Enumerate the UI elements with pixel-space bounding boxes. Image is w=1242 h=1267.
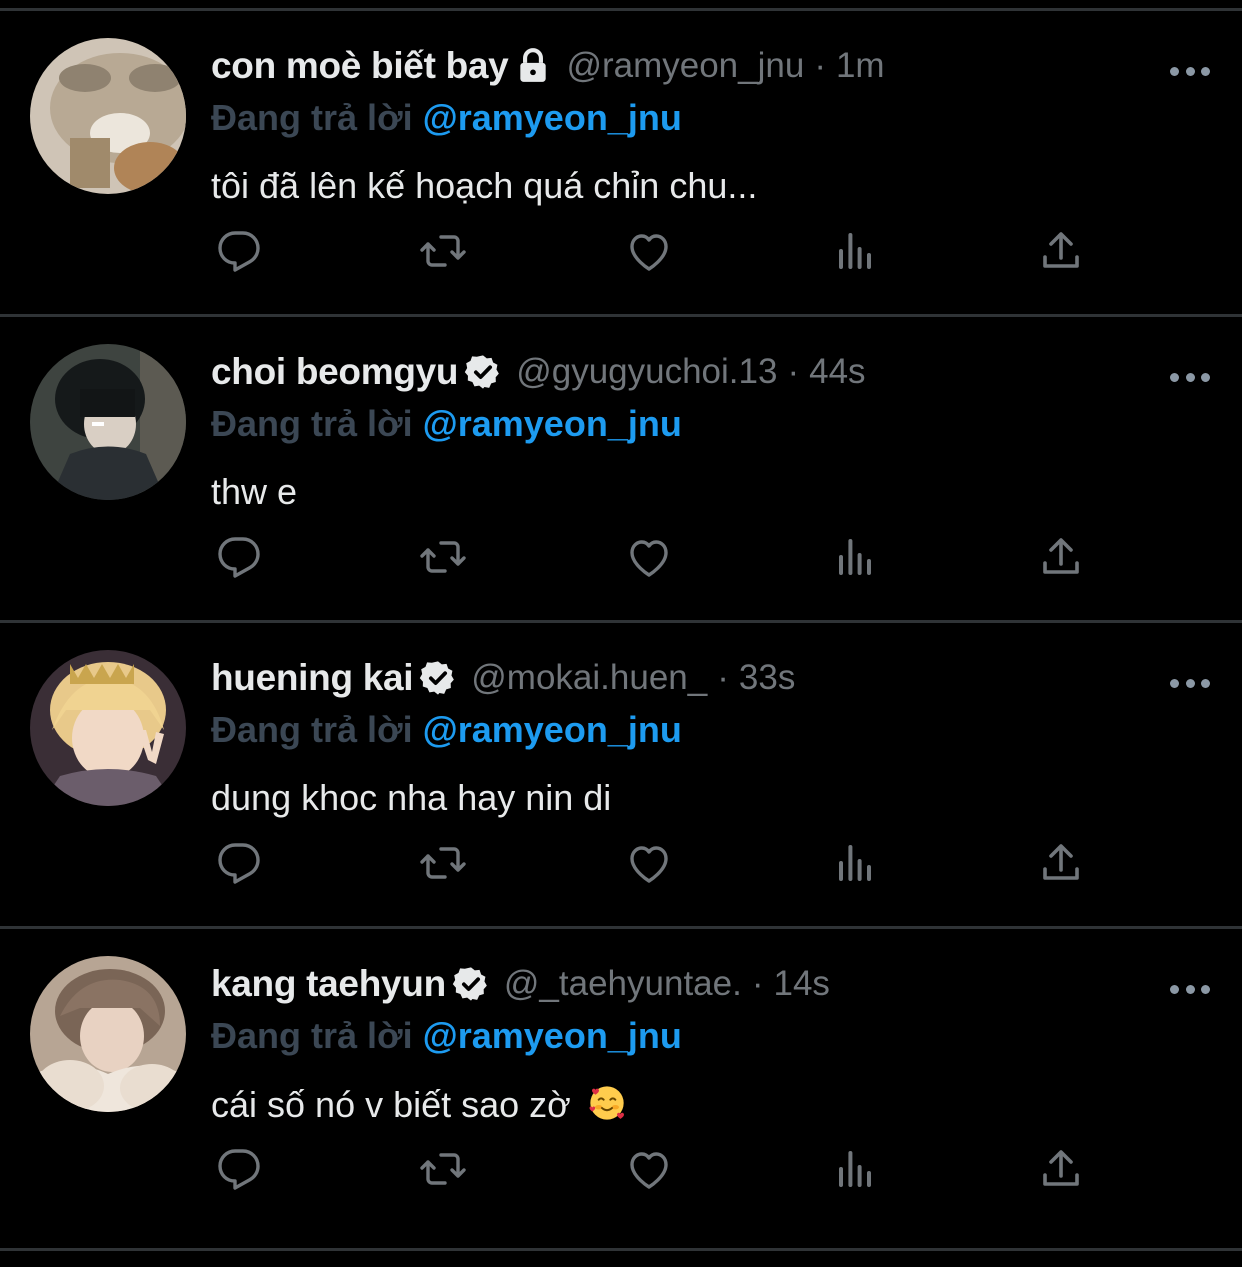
tweet-text: tôi đã lên kế hoạch quá chỉn chu...: [211, 165, 758, 206]
tweet-text: cái số nó v biết sao zờ: [211, 1084, 571, 1126]
reply-icon[interactable]: [212, 225, 266, 277]
tweet[interactable]: choi beomgyu @gyugyuchoi.13 · 44s Đang t…: [0, 317, 1242, 617]
reply-handle-link[interactable]: @ramyeon_jnu: [423, 97, 682, 138]
user-handle[interactable]: @gyugyuchoi.13: [516, 352, 777, 392]
tweet[interactable]: kang taehyun @_taehyuntae. · 14s Đang tr…: [0, 929, 1242, 1229]
bottom-divider: [0, 1248, 1242, 1251]
tweet-header: kang taehyun @_taehyuntae. · 14s: [211, 959, 830, 1009]
retweet-icon[interactable]: [416, 225, 470, 277]
action-bar: [212, 531, 1092, 583]
more-options-icon[interactable]: [1170, 981, 1210, 997]
reply-context: Đang trả lời @ramyeon_jnu: [211, 709, 682, 751]
like-icon[interactable]: [622, 837, 676, 889]
avatar[interactable]: [30, 956, 186, 1112]
separator: ·: [717, 658, 729, 697]
retweet-icon[interactable]: [416, 531, 470, 583]
more-options-icon[interactable]: [1170, 369, 1210, 385]
like-icon[interactable]: [622, 225, 676, 277]
timestamp[interactable]: 44s: [809, 352, 865, 392]
tweet-header: huening kai @mokai.huen_ · 33s: [211, 653, 795, 703]
like-icon[interactable]: [622, 531, 676, 583]
user-handle[interactable]: @_taehyuntae.: [504, 964, 742, 1004]
tweet-text: dung khoc nha hay nin di: [211, 777, 612, 818]
separator: ·: [787, 352, 800, 391]
more-options-icon[interactable]: [1170, 63, 1210, 79]
share-icon[interactable]: [1034, 1143, 1088, 1195]
avatar[interactable]: [30, 650, 186, 806]
display-name[interactable]: choi beomgyu: [211, 351, 459, 393]
reply-handle-link[interactable]: @ramyeon_jnu: [423, 1015, 682, 1056]
views-icon[interactable]: [828, 1143, 882, 1195]
reply-prefix: Đang trả lời: [211, 1015, 413, 1056]
reply-icon[interactable]: [212, 837, 266, 889]
separator: ·: [751, 964, 764, 1003]
tweet-text-container: cái số nó v biết sao zờ: [211, 1083, 627, 1132]
share-icon[interactable]: [1034, 225, 1088, 277]
tweet-header: con moè biết bay @ramyeon_jnu · 1m: [211, 41, 885, 91]
verified-icon: [452, 965, 490, 1003]
share-icon[interactable]: [1034, 837, 1088, 889]
display-name[interactable]: huening kai: [211, 657, 414, 699]
timestamp[interactable]: 1m: [836, 46, 885, 86]
reply-handle-link[interactable]: @ramyeon_jnu: [423, 709, 682, 750]
user-handle[interactable]: @mokai.huen_: [471, 658, 707, 698]
display-name[interactable]: kang taehyun: [211, 963, 446, 1005]
action-bar: [212, 225, 1092, 277]
verified-icon: [464, 353, 502, 391]
like-icon[interactable]: [622, 1143, 676, 1195]
avatar[interactable]: [30, 344, 186, 500]
verified-icon: [419, 659, 457, 697]
reply-context: Đang trả lời @ramyeon_jnu: [211, 403, 682, 445]
reply-context: Đang trả lời @ramyeon_jnu: [211, 97, 682, 139]
display-name[interactable]: con moè biết bay: [211, 45, 509, 87]
reply-handle-link[interactable]: @ramyeon_jnu: [423, 403, 682, 444]
tweet-text: thw e: [211, 471, 298, 512]
lock-icon: [514, 47, 552, 85]
reply-icon[interactable]: [212, 1143, 266, 1195]
views-icon[interactable]: [828, 531, 882, 583]
smiling-face-with-hearts-emoji: [587, 1083, 627, 1132]
views-icon[interactable]: [828, 837, 882, 889]
avatar[interactable]: [30, 38, 186, 194]
timestamp[interactable]: 33s: [739, 658, 795, 698]
tweet[interactable]: huening kai @mokai.huen_ · 33s Đang trả …: [0, 623, 1242, 923]
reply-prefix: Đang trả lời: [211, 403, 413, 444]
separator: ·: [814, 46, 826, 85]
reply-prefix: Đang trả lời: [211, 709, 413, 750]
tweet-header: choi beomgyu @gyugyuchoi.13 · 44s: [211, 347, 866, 397]
views-icon[interactable]: [828, 225, 882, 277]
tweet[interactable]: con moè biết bay @ramyeon_jnu · 1m Đang …: [0, 11, 1242, 311]
timestamp[interactable]: 14s: [774, 964, 830, 1004]
reply-context: Đang trả lời @ramyeon_jnu: [211, 1015, 682, 1057]
retweet-icon[interactable]: [416, 837, 470, 889]
action-bar: [212, 1143, 1092, 1195]
share-icon[interactable]: [1034, 531, 1088, 583]
reply-prefix: Đang trả lời: [211, 97, 413, 138]
more-options-icon[interactable]: [1170, 675, 1210, 691]
reply-icon[interactable]: [212, 531, 266, 583]
retweet-icon[interactable]: [416, 1143, 470, 1195]
user-handle[interactable]: @ramyeon_jnu: [566, 46, 804, 86]
action-bar: [212, 837, 1092, 889]
